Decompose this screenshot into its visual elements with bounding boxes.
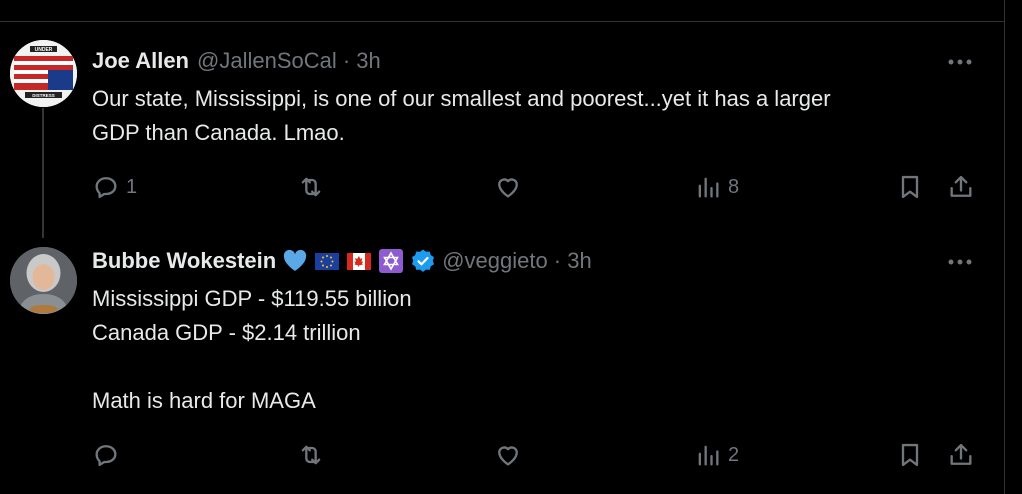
more-options-icon[interactable] [946,252,974,272]
action-bar: 1 8 [92,170,982,204]
tweet-text-line: Canada GDP - $2.14 trillion [92,320,361,345]
reply-icon [95,177,117,199]
eu-flag-icon [315,253,340,270]
tweet-text-line: Mississippi GDP - $119.55 billion [92,286,412,311]
tweet-text-line [92,350,992,384]
avatar-top-text: UNDER [35,47,53,53]
views-chart-icon [698,177,719,198]
handle-and-time[interactable]: @JallenSoCal · 3h [197,48,381,74]
blue-heart-icon [284,249,307,271]
bookmark-icon [901,175,919,199]
share-button[interactable] [947,170,975,204]
verified-badge-icon[interactable] [410,248,436,274]
canada-flag-icon [347,253,372,270]
tweet[interactable]: UNDER DISTRESS Joe Allen @JallenSoCal · … [0,22,1004,240]
upside-down-flag-avatar-icon: UNDER DISTRESS [10,40,77,107]
share-button[interactable] [947,438,975,472]
tweet[interactable]: Bubbe Wokestein @veggieto · 3h Mississip… [0,240,1004,494]
heart-icon [498,178,518,198]
profile-photo-icon [10,247,77,314]
action-bar: 2 [92,438,982,472]
bookmark-icon [901,443,919,467]
share-icon [950,175,972,197]
handle-and-time[interactable]: @veggieto · 3h [442,248,592,274]
display-name[interactable]: Joe Allen [92,48,189,74]
views-button[interactable]: 2 [694,438,739,472]
avatar-bottom-text: DISTRESS [32,93,55,98]
tweet-text: Mississippi GDP - $119.55 billion Canada… [92,282,992,418]
tweet-text: Our state, Mississippi, is one of our sm… [92,82,992,150]
share-icon [950,443,972,465]
display-name[interactable]: Bubbe Wokestein [92,248,276,274]
like-button[interactable] [494,170,528,204]
avatar[interactable]: UNDER DISTRESS [10,40,77,107]
views-chart-icon [698,445,719,466]
retweet-button[interactable] [297,438,331,472]
retweet-icon [301,177,321,197]
reply-button[interactable] [92,438,126,472]
view-count: 2 [728,443,740,466]
tweet-header: Bubbe Wokestein @veggieto · 3h [92,246,592,276]
tweet-text-line: GDP than Canada. Lmao. [92,120,345,145]
bookmark-button[interactable] [896,170,924,204]
like-button[interactable] [494,438,528,472]
bookmark-button[interactable] [896,438,924,472]
heart-icon [498,446,518,466]
star-of-david-icon [379,249,404,273]
tweet-text-line: Our state, Mississippi, is one of our sm… [92,86,831,111]
reply-icon [95,445,117,467]
reply-count: 1 [126,175,138,198]
name-badges [282,248,442,274]
tweet-text-line: Math is hard for MAGA [92,388,316,413]
avatar[interactable] [10,247,77,314]
more-options-icon[interactable] [946,52,974,72]
view-count: 8 [728,175,740,198]
column-border [1004,0,1005,494]
retweet-icon [301,445,321,465]
reply-button[interactable]: 1 [92,170,137,204]
views-button[interactable]: 8 [694,170,739,204]
tweet-header: Joe Allen @JallenSoCal · 3h [92,46,381,76]
retweet-button[interactable] [297,170,331,204]
